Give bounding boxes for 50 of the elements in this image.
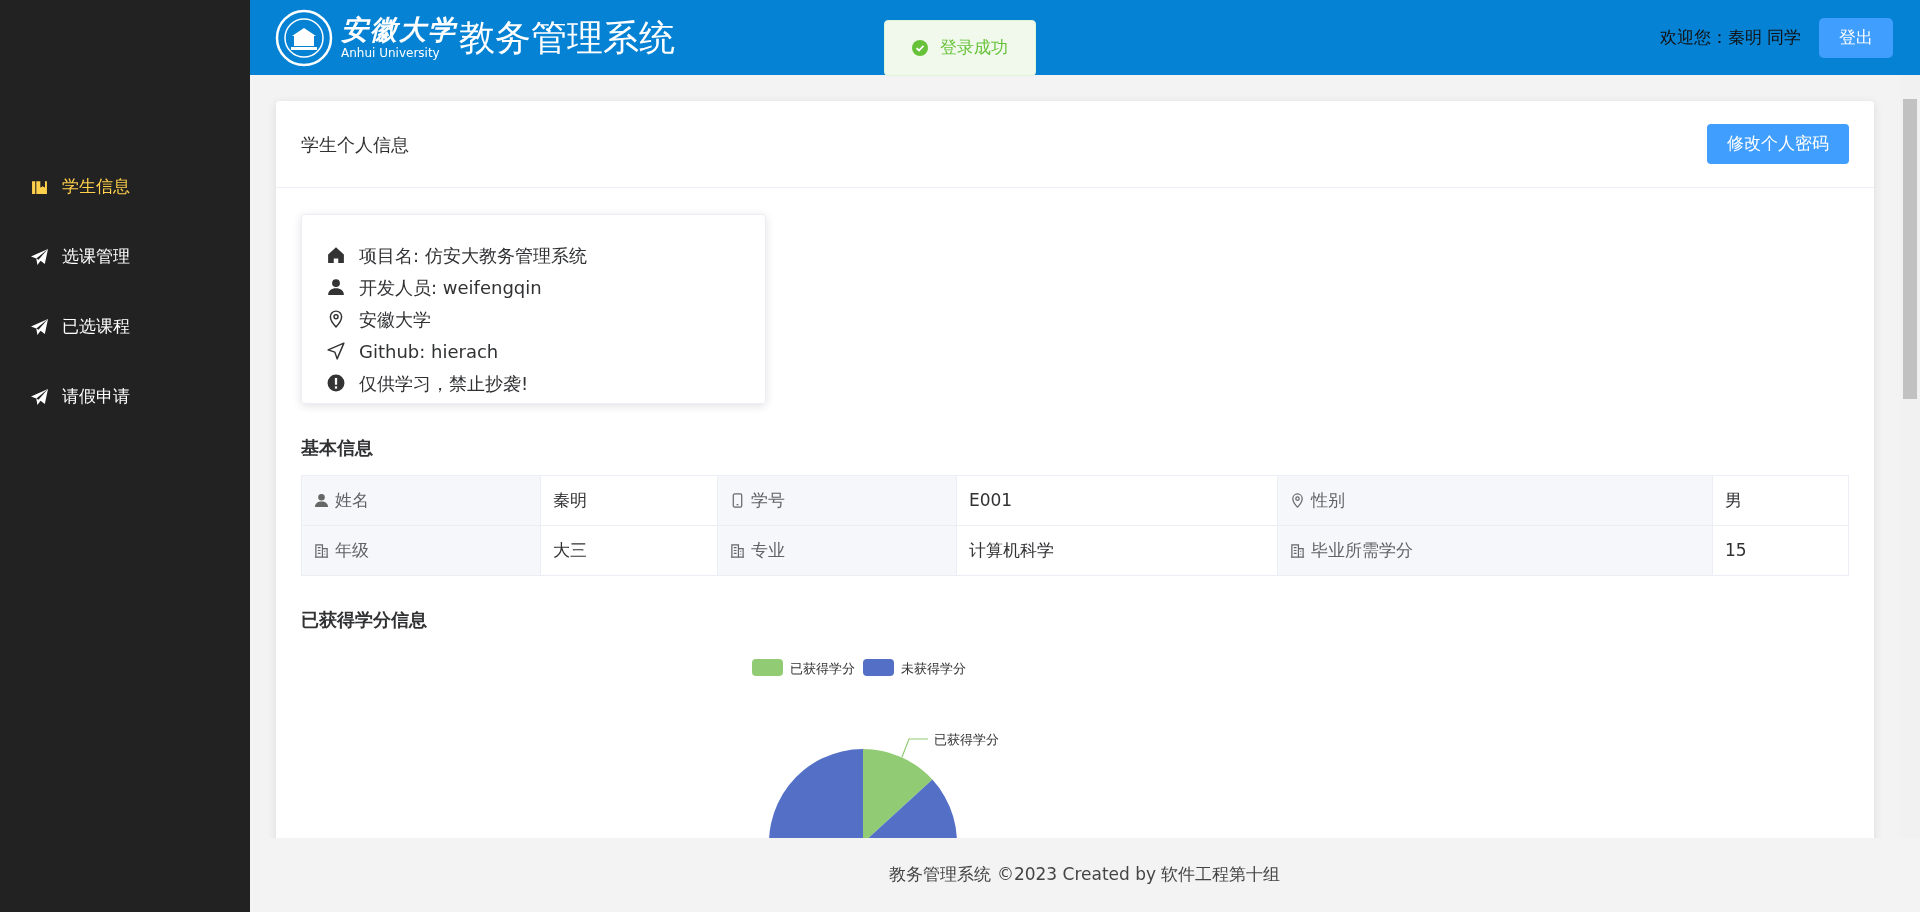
- section-title: 基本信息: [301, 436, 374, 460]
- building-icon: [730, 543, 745, 558]
- location-pin-icon: [1290, 493, 1305, 508]
- label-text: 专业: [751, 538, 785, 562]
- paper-plane-icon: [31, 318, 48, 336]
- slice-label: 已获得学分: [934, 732, 999, 747]
- label-text: 姓名: [335, 488, 369, 512]
- legend-item[interactable]: 未获得学分: [863, 659, 966, 676]
- logo-subtitle: Anhui University: [341, 47, 441, 59]
- info-text: 开发人员: weifengqin: [359, 275, 542, 300]
- building-icon: [1290, 543, 1305, 558]
- sidebar-item[interactable]: 学生信息: [0, 165, 250, 209]
- panel-title: 学生个人信息: [301, 132, 409, 157]
- sidebar-item[interactable]: 请假申请: [0, 375, 250, 419]
- book-icon: [31, 178, 48, 196]
- info-text: 安徽大学: [359, 307, 431, 332]
- exclamation-circle-icon: [327, 374, 345, 392]
- footer-text: 教务管理系统 ©2023 Created by 软件工程第十组: [250, 838, 1920, 912]
- label-text: 学号: [751, 488, 785, 512]
- user-icon: [314, 493, 329, 508]
- sidebar-item[interactable]: 已选课程: [0, 305, 250, 349]
- university-emblem-icon: [275, 8, 333, 67]
- building-icon: [314, 543, 329, 558]
- user-icon: [327, 278, 345, 296]
- leader-line: [901, 738, 929, 758]
- legend-label: 已获得学分: [790, 661, 855, 676]
- check-circle-icon: [912, 40, 928, 56]
- system-title: 教务管理系统: [459, 15, 675, 60]
- value-cell: 男: [1713, 476, 1849, 526]
- legend-label: 未获得学分: [901, 661, 966, 676]
- logo-calligraphy: 安徽大学: [341, 16, 457, 43]
- navigation-arrow-icon: [327, 342, 345, 360]
- paper-plane-icon: [31, 388, 48, 406]
- info-text: 仅供学习，禁止抄袭!: [359, 371, 529, 396]
- label-text: 性别: [1311, 488, 1345, 512]
- value-cell: 15: [1713, 526, 1849, 576]
- paper-plane-icon: [31, 248, 48, 266]
- label-text: 年级: [335, 538, 369, 562]
- section-title: 已获得学分信息: [301, 608, 428, 632]
- legend-item[interactable]: 已获得学分: [752, 659, 855, 676]
- phone-icon: [730, 493, 745, 508]
- info-text: Github: hierach: [359, 339, 499, 364]
- toast-message: 登录成功: [940, 36, 1008, 60]
- sidebar-item[interactable]: 选课管理: [0, 235, 250, 279]
- location-pin-icon: [327, 310, 345, 328]
- welcome-text: 欢迎您：秦明 同学: [1659, 25, 1801, 49]
- info-text: 项目名: 仿安大教务管理系统: [359, 243, 587, 268]
- label-text: 毕业所需学分: [1311, 538, 1413, 562]
- pie-slice[interactable]: [863, 749, 933, 838]
- home-icon: [327, 246, 345, 264]
